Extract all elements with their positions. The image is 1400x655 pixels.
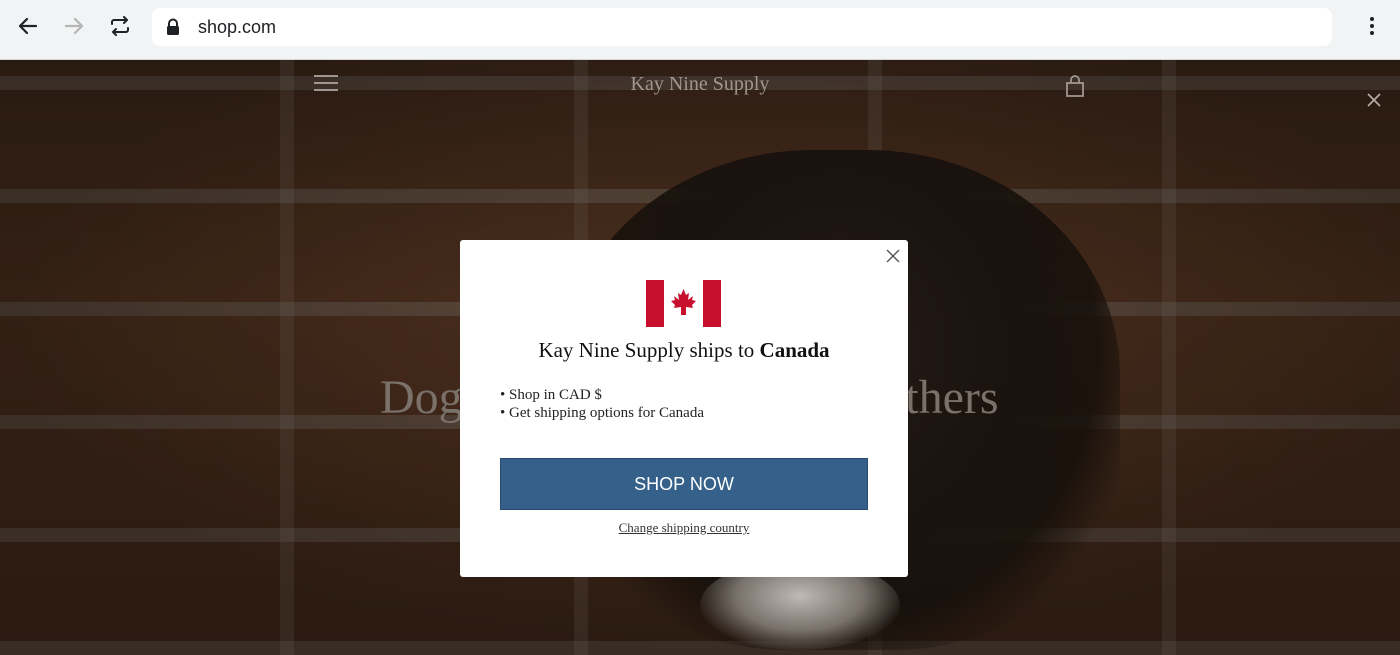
modal-close-button[interactable]: [883, 246, 903, 266]
list-item: • Shop in CAD $: [500, 387, 602, 403]
reload-icon: [111, 16, 129, 36]
modal-benefits-list: • Shop in CAD $ • Get shipping options f…: [500, 386, 880, 422]
kebab-menu-icon[interactable]: [1360, 14, 1384, 38]
canada-flag-icon: [646, 280, 721, 327]
arrow-left-icon: [18, 17, 38, 35]
modal-title: Kay Nine Supply ships to Canada: [538, 338, 830, 362]
reload-button[interactable]: [104, 12, 136, 40]
browser-toolbar: [0, 0, 1400, 60]
lock-icon: [166, 18, 184, 36]
address-bar[interactable]: [152, 8, 1332, 46]
list-item: • Get shipping options for Canada: [500, 405, 704, 421]
shipping-country-modal: Kay Nine Supply ships to Canada • Shop i…: [460, 240, 908, 577]
close-icon: [886, 249, 900, 263]
shop-now-button[interactable]: SHOP NOW: [500, 458, 868, 510]
change-shipping-country-link[interactable]: Change shipping country: [460, 520, 908, 536]
arrow-right-icon: [64, 17, 84, 35]
back-button[interactable]: [12, 12, 44, 40]
url-input[interactable]: [198, 16, 1198, 38]
forward-button[interactable]: [58, 12, 90, 40]
